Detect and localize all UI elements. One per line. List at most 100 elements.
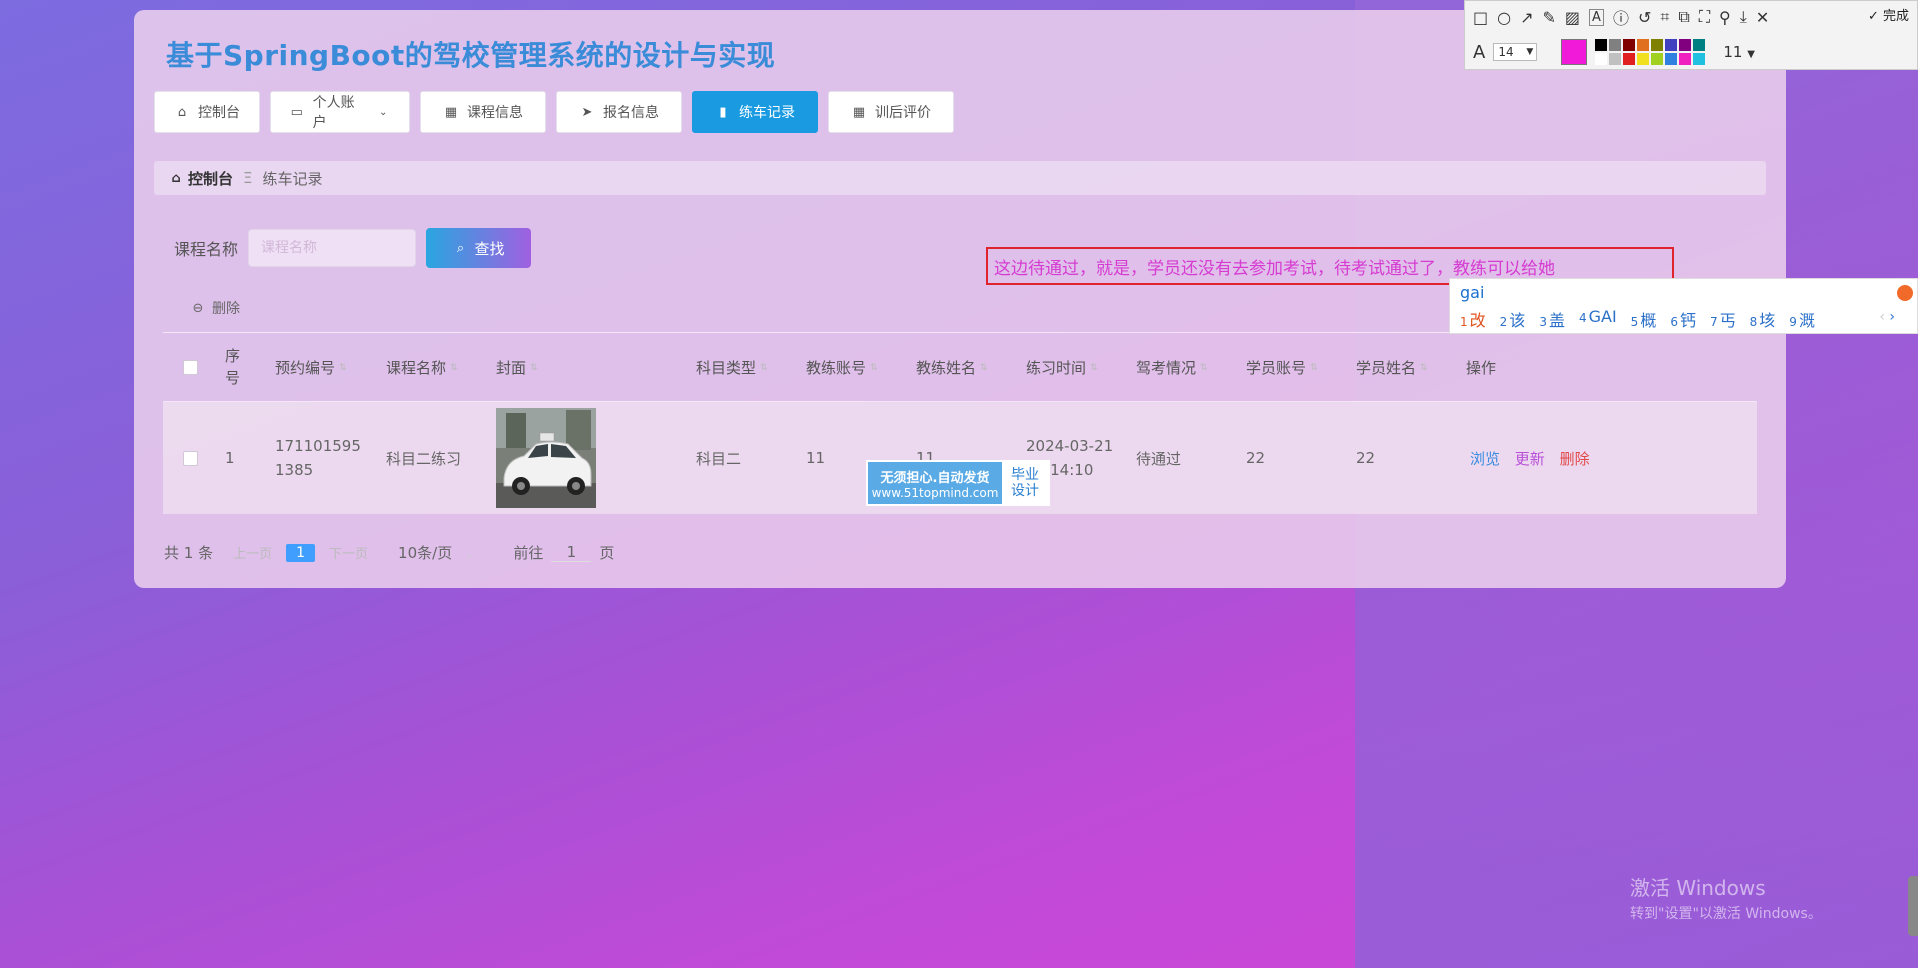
nav-practice-records[interactable]: ▮ 练车记录 bbox=[692, 91, 818, 133]
color-swatch[interactable] bbox=[1679, 53, 1692, 65]
grid-icon: ▦ bbox=[444, 104, 458, 120]
ime-page-arrows[interactable]: ‹ › bbox=[1879, 309, 1895, 325]
ime-logo-icon bbox=[1897, 285, 1913, 301]
color-swatch[interactable] bbox=[1665, 39, 1678, 51]
ime-candidate[interactable]: 8垓 bbox=[1750, 307, 1776, 331]
batch-delete-button[interactable]: ⊖ 删除 bbox=[190, 298, 240, 318]
nav-personal-account[interactable]: ▭ 个人账户 ⌄ bbox=[270, 91, 410, 133]
col-coach-account[interactable]: 教练账号 ⇅ bbox=[798, 357, 908, 378]
toolbar-tools: □ ○ ↗ ✎ ▨ A ⓘ ↺ ⌗ ⧉ ⛶ ⚲ ⤓ ✕ bbox=[1473, 5, 1769, 29]
side-scroll-handle[interactable] bbox=[1908, 876, 1918, 936]
color-swatch[interactable] bbox=[1637, 39, 1650, 51]
nav-training-review[interactable]: ▦ 训后评价 bbox=[828, 91, 954, 133]
car-cover-image[interactable] bbox=[496, 408, 596, 508]
col-student-account[interactable]: 学员账号 ⇅ bbox=[1238, 357, 1348, 378]
select-all-checkbox[interactable] bbox=[182, 359, 198, 375]
save-icon[interactable]: ⤓ bbox=[1740, 7, 1747, 27]
ime-candidate[interactable]: 4 GAI bbox=[1579, 307, 1617, 331]
fullscreen-icon[interactable]: ⛶ bbox=[1699, 7, 1710, 27]
ime-candidate[interactable]: 9溉 bbox=[1789, 307, 1815, 331]
color-swatch[interactable] bbox=[1651, 39, 1664, 51]
ime-candidate[interactable]: 2该 bbox=[1500, 307, 1526, 331]
cell-booking-no: 1711015951385 bbox=[275, 437, 361, 479]
next-page-button[interactable]: 下一页 bbox=[329, 543, 368, 562]
page-1-button[interactable]: 1 bbox=[286, 543, 316, 562]
nav-enrollment-info[interactable]: ➤ 报名信息 bbox=[556, 91, 682, 133]
page-size-select[interactable]: 10条/页 ⌄ bbox=[398, 542, 473, 563]
color-swatch[interactable] bbox=[1623, 53, 1636, 65]
color-swatch[interactable] bbox=[1693, 39, 1706, 51]
bar-chart-icon: ▮ bbox=[719, 104, 727, 120]
nav-dashboard[interactable]: ⌂ 控制台 bbox=[154, 91, 260, 133]
update-button[interactable]: 更新 bbox=[1515, 450, 1545, 468]
color-palette bbox=[1595, 39, 1706, 65]
cell-student-account: 22 bbox=[1246, 449, 1266, 467]
pin-icon[interactable]: ⚲ bbox=[1719, 8, 1731, 27]
color-swatch[interactable] bbox=[1679, 39, 1692, 51]
arrow-icon[interactable]: ↗ bbox=[1520, 8, 1533, 27]
sort-icon: ⇅ bbox=[530, 363, 538, 373]
ime-candidate[interactable]: 1改 bbox=[1460, 307, 1486, 331]
caret-down-icon: ▼ bbox=[1747, 49, 1755, 60]
col-subject-type[interactable]: 科目类型 ⇅ bbox=[688, 357, 798, 378]
copy-icon[interactable]: ⧉ bbox=[1678, 7, 1689, 27]
mosaic-icon[interactable]: ▨ bbox=[1565, 8, 1580, 27]
delete-button[interactable]: 删除 bbox=[1560, 450, 1590, 468]
close-icon[interactable]: ✕ bbox=[1756, 8, 1769, 27]
ime-candidate[interactable]: 3盖 bbox=[1539, 307, 1565, 331]
col-cover[interactable]: 封面 ⇅ bbox=[488, 357, 688, 378]
course-name-input[interactable] bbox=[248, 229, 417, 267]
pagination-total: 共 1 条 bbox=[164, 544, 214, 562]
color-swatch[interactable] bbox=[1651, 53, 1664, 65]
ime-candidate[interactable]: 7丐 bbox=[1710, 307, 1736, 331]
view-button[interactable]: 浏览 bbox=[1470, 450, 1500, 468]
rect-icon[interactable]: □ bbox=[1473, 8, 1488, 27]
col-booking-no[interactable]: 预约编号 ⇅ bbox=[267, 357, 378, 378]
color-swatch[interactable] bbox=[1595, 53, 1608, 65]
color-swatch[interactable] bbox=[1595, 39, 1608, 51]
ime-candidate[interactable]: 6钙 bbox=[1670, 307, 1696, 331]
col-index: 序号 bbox=[225, 347, 241, 387]
color-swatch[interactable] bbox=[1665, 53, 1678, 65]
chevron-left-icon[interactable]: ‹ bbox=[1879, 309, 1885, 325]
app-title: 基于SpringBoot的驾校管理系统的设计与实现 bbox=[166, 39, 776, 72]
nav-course-info[interactable]: ▦ 课程信息 bbox=[420, 91, 546, 133]
toolbar-done-button[interactable]: ✓ 完成 bbox=[1868, 5, 1909, 24]
check-icon: ✓ bbox=[1867, 9, 1879, 24]
cell-index: 1 bbox=[225, 449, 235, 467]
minus-circle-icon: ⊖ bbox=[192, 300, 204, 316]
wallet-icon: ▭ bbox=[290, 104, 303, 120]
circle-icon[interactable]: ○ bbox=[1497, 8, 1511, 27]
color-swatch[interactable] bbox=[1623, 39, 1636, 51]
col-exam-status[interactable]: 驾考情况 ⇅ bbox=[1128, 357, 1238, 378]
row-checkbox[interactable] bbox=[182, 450, 198, 466]
chevron-right-icon[interactable]: › bbox=[1889, 309, 1895, 325]
color-swatch[interactable] bbox=[1609, 39, 1622, 51]
col-student-name[interactable]: 学员姓名 ⇅ bbox=[1348, 357, 1458, 378]
prev-page-button[interactable]: 上一页 bbox=[233, 543, 272, 562]
search-button[interactable]: ⌕ 查找 bbox=[426, 228, 532, 268]
col-coach-name[interactable]: 教练姓名 ⇅ bbox=[908, 357, 1018, 378]
color-swatch[interactable] bbox=[1637, 53, 1650, 65]
col-course-name[interactable]: 课程名称 ⇅ bbox=[378, 357, 488, 378]
cell-subject: 科目二 bbox=[696, 449, 742, 468]
windows-activation-watermark: 激活 Windows 转到"设置"以激活 Windows。 bbox=[1630, 876, 1822, 922]
font-size-select[interactable]: 14 ▼ bbox=[1493, 43, 1538, 61]
color-swatch[interactable] bbox=[1609, 53, 1622, 65]
stroke-width-select[interactable]: 11 ▼ bbox=[1723, 43, 1755, 61]
breadcrumb-home[interactable]: ⌂ 控制台 bbox=[168, 168, 233, 189]
number-icon[interactable]: ⓘ bbox=[1613, 5, 1629, 29]
cell-student-name: 22 bbox=[1356, 449, 1376, 467]
crop-icon[interactable]: ⌗ bbox=[1660, 7, 1669, 27]
pen-icon[interactable]: ✎ bbox=[1543, 8, 1556, 27]
top-nav: ⌂ 控制台 ▭ 个人账户 ⌄ ▦ 课程信息 ➤ 报名信息 ▮ 练车记录 ▦ 训后… bbox=[154, 91, 954, 133]
breadcrumb-separator: Ξ bbox=[243, 169, 253, 187]
undo-icon[interactable]: ↺ bbox=[1638, 8, 1651, 27]
text-icon[interactable]: A bbox=[1589, 8, 1604, 26]
goto-page-input[interactable]: 1 bbox=[551, 543, 592, 562]
cell-status: 待通过 bbox=[1136, 449, 1182, 468]
col-practice-time[interactable]: 练习时间 ⇅ bbox=[1018, 357, 1128, 378]
ime-candidate[interactable]: 5概 bbox=[1631, 307, 1657, 331]
current-color-swatch[interactable] bbox=[1561, 39, 1588, 65]
color-swatch[interactable] bbox=[1693, 53, 1706, 65]
